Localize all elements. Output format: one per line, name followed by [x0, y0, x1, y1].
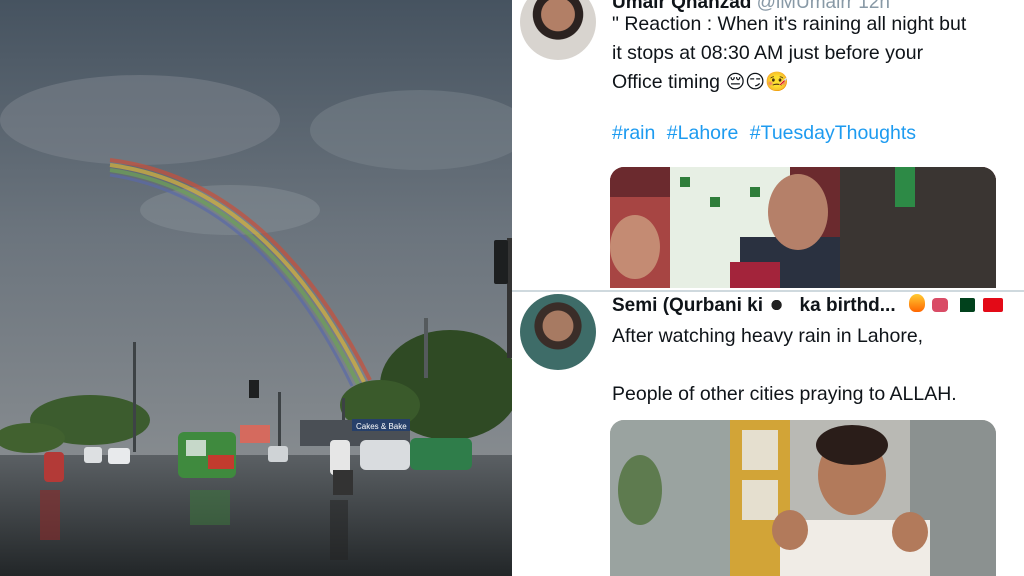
tweet-line: Office timing 😔😏🤒: [612, 68, 1012, 97]
tweet-media[interactable]: [610, 420, 996, 576]
tweet-column: Umair Qhahzad @iMUmairr 12h " Reaction :…: [512, 0, 1024, 576]
hashtag-lahore[interactable]: #Lahore: [667, 122, 739, 144]
cow-icon: [770, 298, 793, 312]
tweet-body: After watching heavy rain in Lahore, Peo…: [612, 322, 1012, 409]
name-emojis: [907, 294, 1003, 317]
tweet-line: After watching heavy rain in Lahore,: [612, 325, 924, 347]
praying-man-image: [610, 420, 996, 576]
avatar[interactable]: [520, 294, 596, 370]
hashtag-tuesdaythoughts[interactable]: #TuesdayThoughts: [750, 122, 916, 144]
tweet-praying[interactable]: Semi (Qurbani ki ka birthd... After watc…: [512, 290, 1024, 576]
pakistan-flag-icon: [955, 298, 976, 312]
avatar[interactable]: [520, 0, 596, 60]
fire-icon: [908, 294, 925, 312]
author-name-suffix[interactable]: ka birthd...: [800, 295, 896, 316]
hashtag-list: #rain #Lahore #TuesdayThoughts: [612, 122, 922, 145]
turkey-flag-icon: [982, 298, 1003, 312]
tweet-line: it stops at 08:30 AM just before your: [612, 42, 924, 64]
rickshaw-icon: [178, 432, 236, 478]
emoji-group: 😔😏🤒: [725, 72, 789, 93]
tweet-body: " Reaction : When it's raining all night…: [612, 10, 1012, 97]
crowd-image: [610, 167, 996, 288]
tweet-media[interactable]: [610, 167, 996, 288]
photo-scene: Cakes & Bake: [0, 0, 512, 576]
author-name[interactable]: Semi (Qurbani ki: [612, 295, 763, 316]
rain-rainbow-photo: Cakes & Bake: [0, 0, 512, 576]
tweet-line: People of other cities praying to ALLAH.: [612, 383, 957, 405]
shop-sign: Cakes & Bake: [356, 422, 407, 431]
tweet-reaction[interactable]: Umair Qhahzad @iMUmairr 12h " Reaction :…: [512, 0, 1024, 288]
tweet-header: Semi (Qurbani ki ka birthd...: [612, 294, 1003, 317]
heart-icon: [932, 298, 949, 312]
hashtag-rain[interactable]: #rain: [612, 122, 655, 144]
tweet-line: " Reaction : When it's raining all night…: [612, 13, 967, 35]
tweet-line-text: Office timing: [612, 71, 721, 93]
tower-icon: [424, 318, 428, 378]
